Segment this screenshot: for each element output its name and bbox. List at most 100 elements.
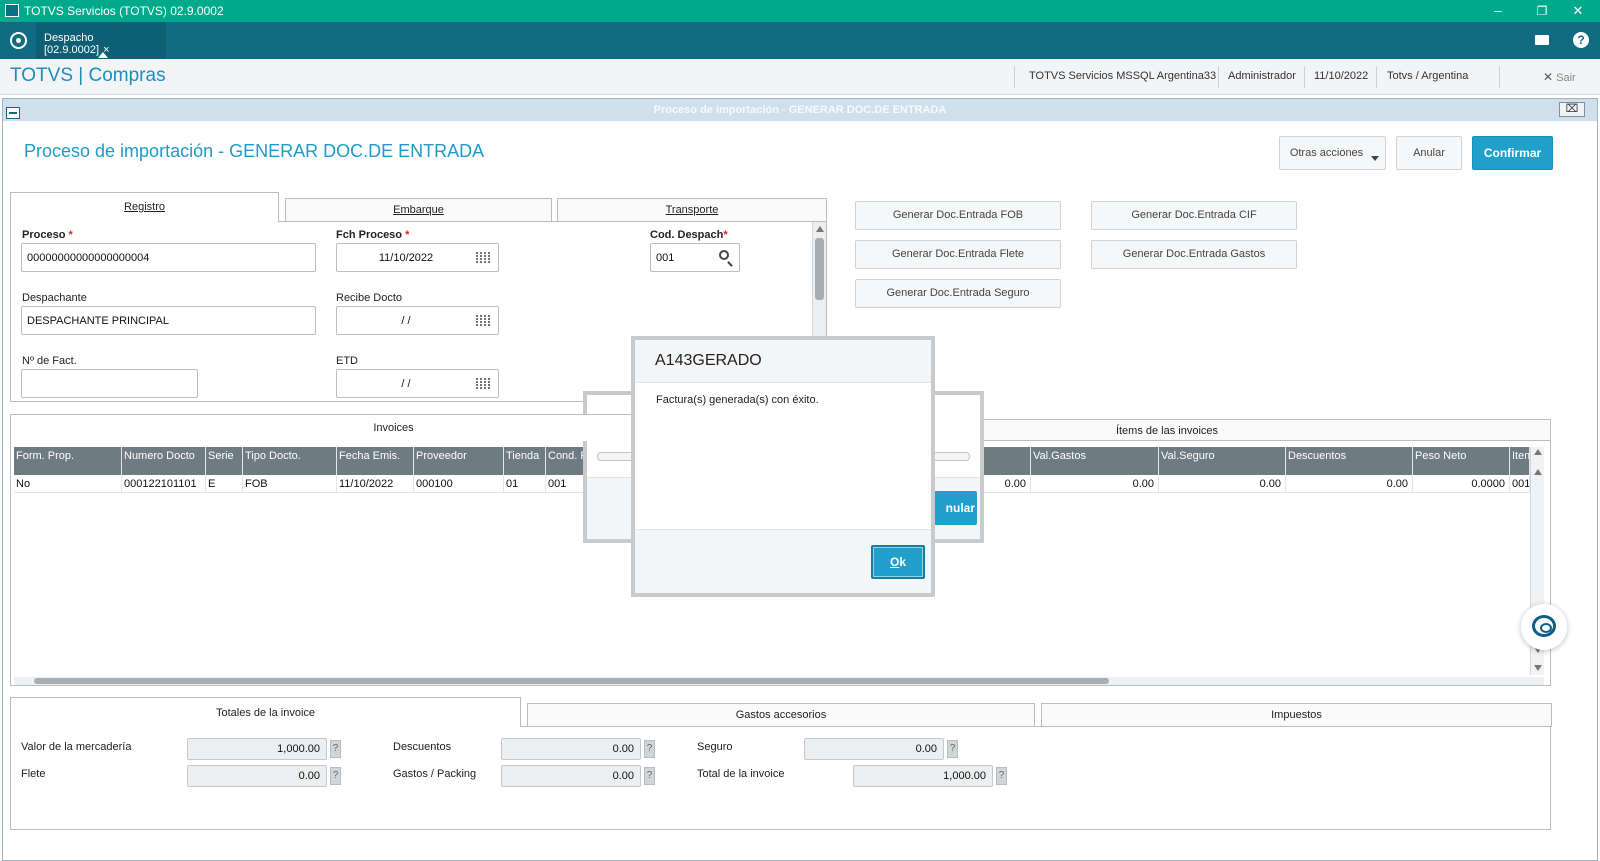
nro-fact-field[interactable] bbox=[21, 369, 198, 398]
scroll-top-icon[interactable] bbox=[1534, 449, 1542, 455]
col-form-prop[interactable]: Form. Prop. bbox=[14, 447, 122, 475]
calendar-icon[interactable] bbox=[476, 377, 491, 390]
gastos-packing-field[interactable]: 0.00 bbox=[501, 765, 641, 787]
generate-flete-button[interactable]: Generar Doc.Entrada Flete bbox=[855, 240, 1061, 269]
scroll-bottom-icon[interactable] bbox=[1534, 665, 1542, 671]
help-icon[interactable]: ? bbox=[996, 767, 1007, 785]
help-icon[interactable]: ? bbox=[330, 767, 341, 785]
window-minimize-icon[interactable] bbox=[6, 107, 20, 119]
ok-label-rest: k bbox=[899, 555, 907, 569]
total-invoice-field[interactable]: 1,000.00 bbox=[853, 765, 993, 787]
scroll-up-icon[interactable] bbox=[816, 226, 824, 232]
col-descuentos[interactable]: Descuentos bbox=[1286, 447, 1413, 475]
grid-hscroll[interactable] bbox=[14, 677, 1544, 685]
totvs-logo-icon[interactable] bbox=[10, 32, 27, 49]
cell-peso-neto: 0.0000 bbox=[1413, 476, 1510, 493]
required-mark: * bbox=[723, 229, 728, 241]
col-fecha-emis[interactable]: Fecha Emis. bbox=[337, 447, 414, 475]
assistant-button[interactable] bbox=[1521, 604, 1567, 650]
user-label: Administrador bbox=[1228, 70, 1296, 82]
etd-value: / / bbox=[401, 378, 411, 390]
seguro-field[interactable]: 0.00 bbox=[804, 738, 944, 760]
tab-transporte[interactable]: Transporte bbox=[557, 198, 827, 222]
search-icon[interactable] bbox=[719, 250, 729, 260]
dialog-message: Factura(s) generada(s) con éxito. bbox=[656, 394, 819, 406]
help-icon[interactable]: ? bbox=[1573, 32, 1589, 48]
tab-registro[interactable]: Registro bbox=[10, 192, 279, 222]
col-val-seguro[interactable]: Val.Seguro bbox=[1159, 447, 1286, 475]
generate-seguro-button[interactable]: Generar Doc.Entrada Seguro bbox=[855, 279, 1061, 308]
col-cond[interactable]: Cond. P bbox=[546, 447, 586, 475]
generate-gastos-button[interactable]: Generar Doc.Entrada Gastos bbox=[1091, 240, 1297, 269]
tab-embarque[interactable]: Embarque bbox=[285, 198, 552, 222]
col-item[interactable]: Item bbox=[1510, 447, 1530, 475]
recibe-docto-field[interactable]: / / bbox=[336, 306, 499, 335]
descuentos-field[interactable]: 0.00 bbox=[501, 738, 641, 760]
col-numero-docto[interactable]: Numero Docto bbox=[122, 447, 206, 475]
tab-despacho-label: Despacho [02.9.0002] bbox=[44, 32, 100, 56]
cod-despach-value: 001 bbox=[656, 252, 675, 264]
calendar-icon[interactable] bbox=[476, 251, 491, 264]
col-tipo-docto[interactable]: Tipo Docto. bbox=[243, 447, 337, 475]
calendar-icon[interactable] bbox=[476, 314, 491, 327]
flete-field[interactable]: 0.00 bbox=[187, 765, 327, 787]
progress-cancel-button[interactable]: nular bbox=[932, 491, 977, 525]
close-window-button[interactable]: ✕ bbox=[1556, 0, 1600, 22]
proceso-field[interactable]: 00000000000000000004 bbox=[21, 243, 316, 272]
col-val-gastos[interactable]: Val.Gastos bbox=[1031, 447, 1159, 475]
app-window-icon bbox=[5, 4, 19, 17]
descuentos-label: Descuentos bbox=[393, 741, 452, 753]
col-serie[interactable]: Serie bbox=[206, 447, 243, 475]
valor-mercaderia-label: Valor de la mercadería bbox=[21, 741, 132, 753]
proceso-label-text: Proceso bbox=[22, 229, 66, 241]
header-divider bbox=[1218, 66, 1219, 88]
app-brand: TOTVS | Compras bbox=[10, 65, 166, 86]
generate-fob-button[interactable]: Generar Doc.Entrada FOB bbox=[855, 201, 1061, 230]
header-divider bbox=[1304, 66, 1305, 88]
cod-despach-label-text: Cod. Despach bbox=[650, 229, 724, 241]
ok-button[interactable]: Ok bbox=[871, 545, 925, 579]
ok-mnemonic: O bbox=[889, 555, 900, 569]
confirm-button[interactable]: Confirmar bbox=[1472, 136, 1553, 170]
form-window-title: Proceso de importación - GENERAR DOC.DE … bbox=[3, 99, 1597, 121]
col-proveedor[interactable]: Proveedor bbox=[414, 447, 504, 475]
window-title: TOTVS Servicios (TOTVS) 02.9.0002 bbox=[24, 4, 224, 18]
fch-proceso-value: 11/10/2022 bbox=[378, 252, 434, 264]
despachante-field[interactable]: DESPACHANTE PRINCIPAL bbox=[21, 306, 316, 335]
cell-form-prop: No bbox=[14, 476, 122, 493]
dialog-title: A143GERADO bbox=[635, 340, 931, 383]
col-tienda[interactable]: Tienda bbox=[504, 447, 546, 475]
cod-despach-field[interactable]: 001 bbox=[650, 243, 740, 272]
mail-icon[interactable] bbox=[1535, 35, 1549, 45]
message-dialog: A143GERADO Factura(s) generada(s) con éx… bbox=[631, 336, 935, 597]
required-mark: * bbox=[68, 229, 73, 241]
company-label: Totvs / Argentina bbox=[1387, 70, 1469, 82]
header-divider bbox=[1499, 66, 1500, 88]
minimize-button[interactable]: – bbox=[1476, 0, 1520, 22]
generate-cif-button[interactable]: Generar Doc.Entrada CIF bbox=[1091, 201, 1297, 230]
help-icon[interactable]: ? bbox=[947, 740, 958, 758]
valor-mercaderia-field[interactable]: 1,000.00 bbox=[187, 738, 327, 760]
scroll-thumb[interactable] bbox=[815, 238, 824, 300]
tab-totales-invoice[interactable]: Totales de la invoice bbox=[10, 697, 521, 727]
help-icon[interactable]: ? bbox=[644, 767, 655, 785]
more-actions-button[interactable]: Otras acciones bbox=[1279, 136, 1386, 170]
fch-proceso-label-text: Fch Proceso bbox=[336, 229, 403, 241]
fch-proceso-label: Fch Proceso * bbox=[336, 229, 409, 241]
form-close-button[interactable]: ⌧ bbox=[1559, 102, 1585, 117]
hscroll-thumb[interactable] bbox=[34, 678, 1109, 684]
etd-field[interactable]: / / bbox=[336, 369, 499, 398]
scroll-up-icon[interactable] bbox=[1534, 469, 1542, 475]
cancel-button[interactable]: Anular bbox=[1396, 136, 1462, 170]
exit-icon: ✕ bbox=[1543, 70, 1554, 84]
tab-impuestos[interactable]: Impuestos bbox=[1041, 703, 1552, 727]
cell-val-seguro: 0.00 bbox=[1159, 476, 1286, 493]
fch-proceso-field[interactable]: 11/10/2022 bbox=[336, 243, 499, 272]
col-peso-neto[interactable]: Peso Neto bbox=[1413, 447, 1510, 475]
help-icon[interactable]: ? bbox=[644, 740, 655, 758]
tab-gastos-accesorios[interactable]: Gastos accesorios bbox=[527, 703, 1035, 727]
tab-despacho[interactable]: Despacho [02.9.0002] × bbox=[36, 22, 166, 59]
help-icon[interactable]: ? bbox=[330, 740, 341, 758]
os-title-bar: TOTVS Servicios (TOTVS) 02.9.0002 – ❐ ✕ bbox=[0, 0, 1600, 22]
exit-button[interactable]: ✕ Sair bbox=[1543, 70, 1576, 84]
